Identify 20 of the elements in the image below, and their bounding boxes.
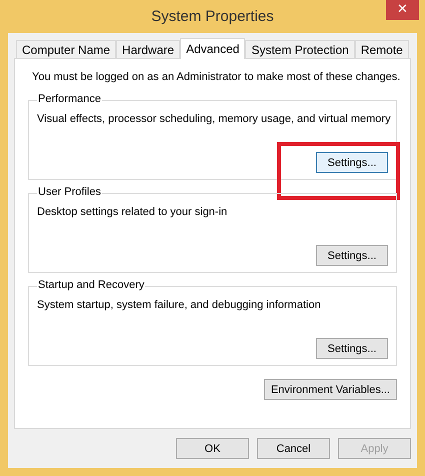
group-description: System startup, system failure, and debugging information bbox=[37, 299, 321, 311]
tab[interactable]: Remote bbox=[354, 40, 409, 58]
tab[interactable]: Hardware bbox=[116, 40, 180, 58]
settings-button[interactable]: Settings... bbox=[316, 245, 388, 266]
group-description: Desktop settings related to your sign-in bbox=[37, 206, 228, 218]
dialog-button[interactable]: OK bbox=[176, 438, 249, 459]
window-title: System Properties bbox=[151, 8, 274, 25]
settings-button[interactable]: Settings... bbox=[316, 152, 388, 173]
settings-button[interactable]: Settings... bbox=[316, 338, 388, 359]
group-title: Performance bbox=[37, 93, 102, 105]
notice-text: You must be logged on as an Administrator to make most of these changes. bbox=[32, 71, 400, 83]
tab[interactable]: System Protection bbox=[245, 40, 355, 58]
group-title: Startup and Recovery bbox=[37, 279, 146, 291]
close-button[interactable]: ✕ bbox=[386, 0, 419, 20]
group-title: User Profiles bbox=[37, 186, 102, 198]
dialog-button[interactable]: Cancel bbox=[257, 438, 330, 459]
environment-variables-button[interactable]: Environment Variables... bbox=[264, 379, 397, 400]
tab[interactable]: Computer Name bbox=[16, 40, 116, 58]
tab[interactable]: Advanced bbox=[180, 38, 246, 59]
group-description: Visual effects, processor scheduling, memory usage, and virtual memory bbox=[37, 113, 391, 125]
